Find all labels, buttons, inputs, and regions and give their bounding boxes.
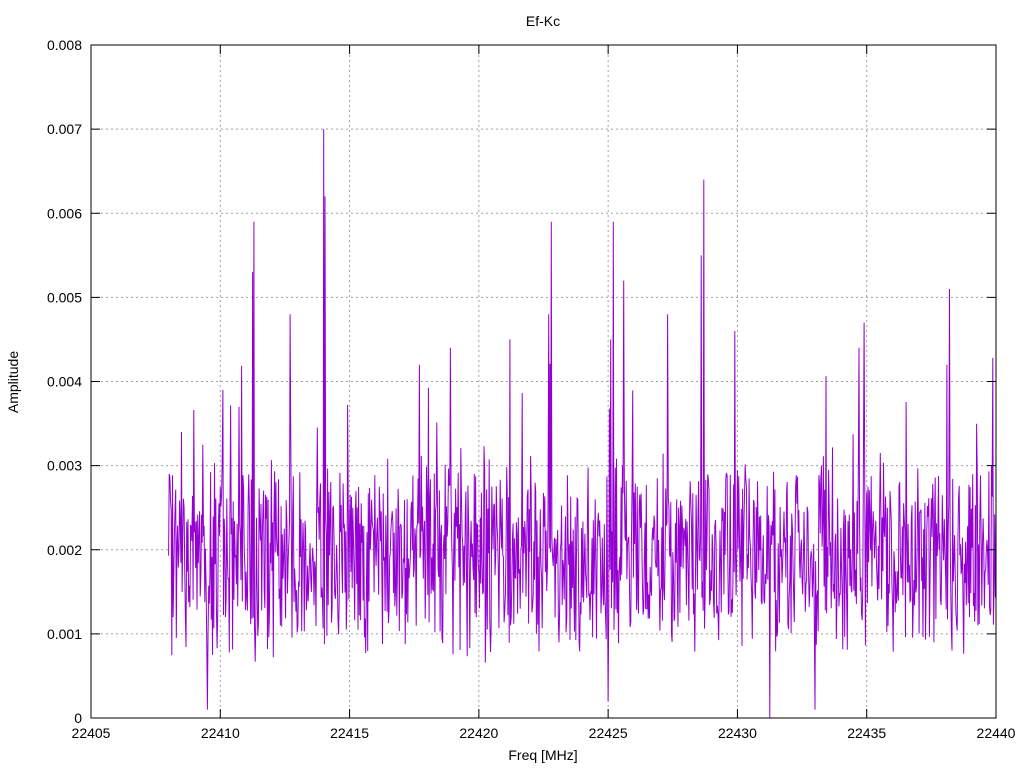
amplitude-series-line (168, 129, 996, 719)
y-tick-label: 0.004 (47, 374, 82, 390)
x-tick-label: 22440 (977, 725, 1016, 741)
y-tick-label: 0.006 (47, 205, 82, 221)
x-axis-label: Freq [MHz] (508, 747, 577, 763)
y-tick-label: 0.003 (47, 458, 82, 474)
y-tick-labels: 0 0.001 0.002 0.003 0.004 0.005 0.006 0.007 0.00… (47, 37, 82, 726)
y-tick-label: 0.007 (47, 121, 82, 137)
x-tick-label: 22420 (459, 725, 498, 741)
x-tick-label: 22425 (589, 725, 628, 741)
y-axis-label: Amplitude (5, 351, 21, 413)
x-tick-label: 22435 (847, 725, 886, 741)
y-tick-label: 0.001 (47, 626, 82, 642)
x-tick-label: 22430 (718, 725, 757, 741)
y-tick-label: 0.008 (47, 37, 82, 53)
line-chart: Ef-Kc 0 0.001 0.002 0.003 0.004 0.005 0.006 0.0… (5, 13, 1016, 763)
x-tick-label: 22415 (330, 725, 369, 741)
y-tick-label: 0.002 (47, 542, 82, 558)
y-tick-label: 0 (74, 710, 82, 726)
x-tick-label: 22405 (72, 725, 111, 741)
series-layer (168, 129, 996, 719)
chart-title: Ef-Kc (526, 13, 560, 29)
grid-lines (91, 45, 996, 718)
x-tick-labels: 22405 22410 22415 22420 22425 22430 22435 22440 (72, 725, 1016, 741)
y-tick-label: 0.005 (47, 289, 82, 305)
x-tick-label: 22410 (201, 725, 240, 741)
